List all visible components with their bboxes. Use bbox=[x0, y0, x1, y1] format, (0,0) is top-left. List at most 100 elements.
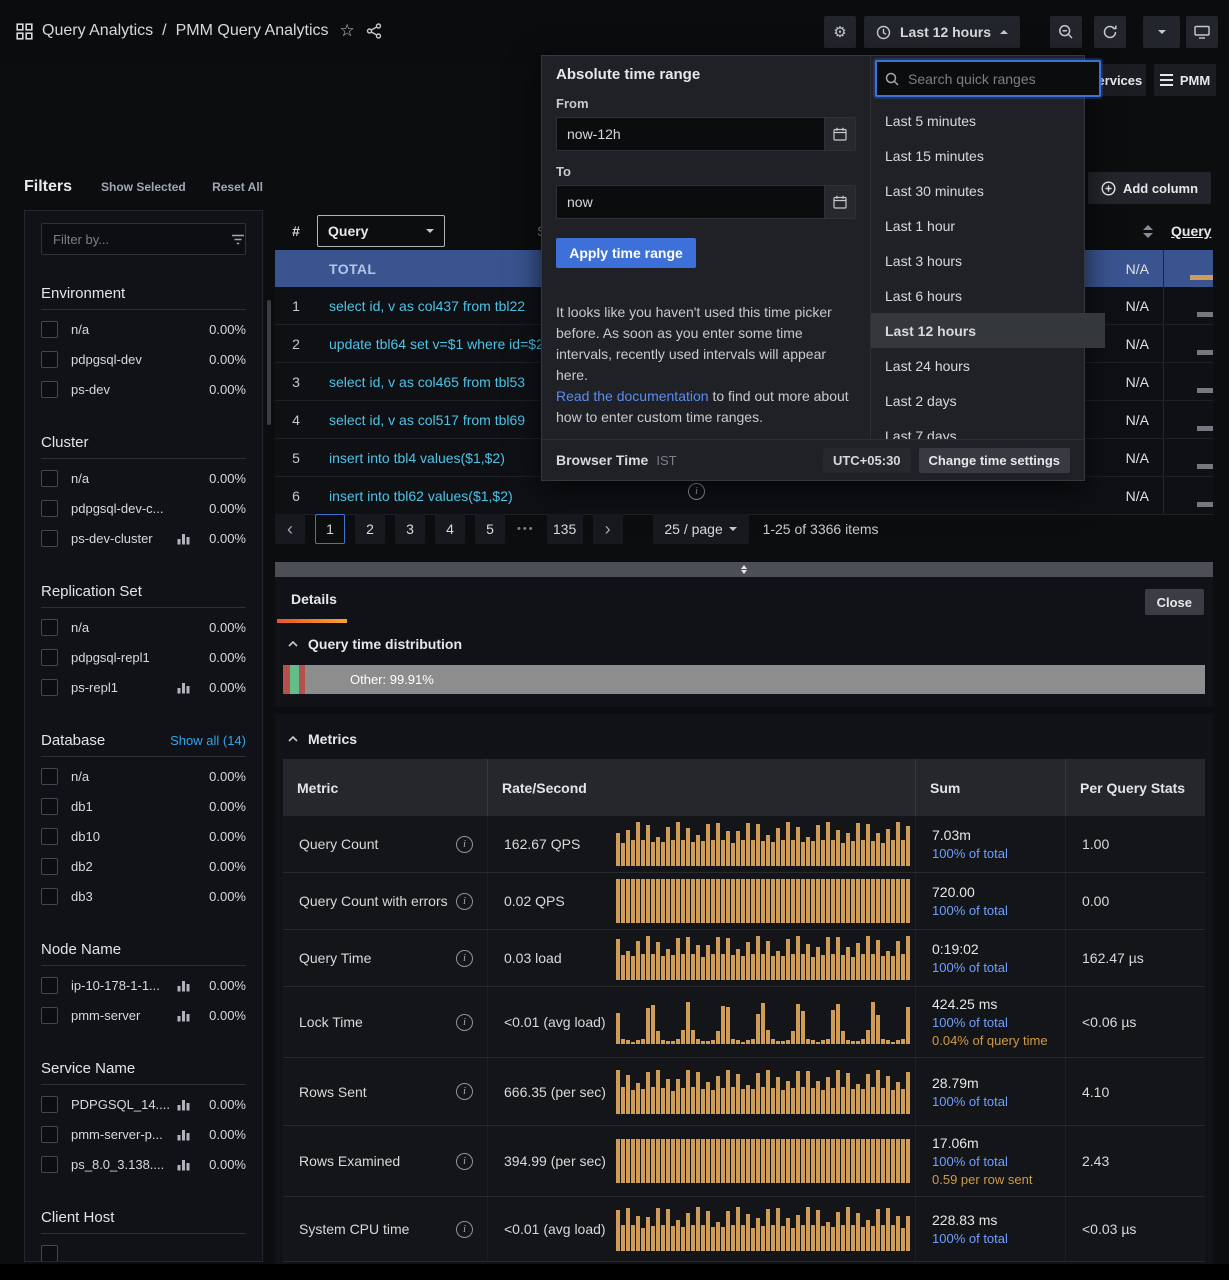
checkbox[interactable] bbox=[41, 768, 58, 785]
filter-item[interactable]: pdpgsql-dev 0.00% bbox=[41, 344, 246, 374]
info-icon[interactable]: i bbox=[456, 893, 473, 910]
apps-grid-icon[interactable] bbox=[16, 23, 33, 40]
filter-item[interactable]: pdpgsql-repl1 0.00% bbox=[41, 642, 246, 672]
filter-item[interactable] bbox=[41, 1238, 246, 1262]
checkbox[interactable] bbox=[41, 470, 58, 487]
metric-column-header[interactable]: Query bbox=[1163, 223, 1213, 239]
checkbox[interactable] bbox=[41, 500, 58, 517]
bar-chart-icon[interactable] bbox=[177, 1009, 190, 1022]
sum-percent-link[interactable]: 100% of total bbox=[932, 960, 1008, 975]
filter-item[interactable]: db2 0.00% bbox=[41, 851, 246, 881]
close-button[interactable]: Close bbox=[1145, 589, 1204, 615]
sum-percent-link[interactable]: 100% of total bbox=[932, 1231, 1008, 1246]
filter-item[interactable]: ps-dev 0.00% bbox=[41, 374, 246, 404]
sum-percent-link[interactable]: 100% of total bbox=[932, 903, 1008, 918]
sum-percent-link[interactable]: 100% of total bbox=[932, 846, 1008, 861]
checkbox[interactable] bbox=[41, 828, 58, 845]
to-input[interactable] bbox=[557, 186, 824, 218]
filter-item[interactable]: ip-10-178-1-1... 0.00% bbox=[41, 970, 246, 1000]
info-icon[interactable]: i bbox=[456, 1083, 473, 1100]
reset-all-link[interactable]: Reset All bbox=[212, 180, 263, 194]
checkbox[interactable] bbox=[41, 1245, 58, 1262]
quick-range-option[interactable]: Last 30 minutes bbox=[871, 173, 1105, 208]
filter-item[interactable]: pmm-server-p... 0.00% bbox=[41, 1119, 246, 1149]
page-size-select[interactable]: 25 / page bbox=[653, 514, 749, 544]
info-icon[interactable]: i bbox=[688, 483, 705, 500]
read-documentation-link[interactable]: Read the documentation bbox=[556, 388, 709, 404]
bar-chart-icon[interactable] bbox=[177, 681, 190, 694]
page-button[interactable]: 1 bbox=[315, 514, 345, 544]
checkbox[interactable] bbox=[41, 1126, 58, 1143]
quick-range-option[interactable]: Last 12 hours bbox=[871, 313, 1105, 348]
sidebar-scrollbar[interactable] bbox=[267, 300, 271, 425]
show-all-link[interactable]: Show all (14) bbox=[170, 733, 246, 748]
dashboard-settings-button[interactable]: ⚙ bbox=[824, 16, 856, 48]
filter-item[interactable]: ps-repl1 0.00% bbox=[41, 672, 246, 702]
favorite-star-icon[interactable]: ☆ bbox=[340, 21, 355, 41]
info-icon[interactable]: i bbox=[456, 1221, 473, 1238]
page-button[interactable]: 2 bbox=[355, 514, 385, 544]
apply-time-range-button[interactable]: Apply time range bbox=[556, 238, 696, 268]
checkbox[interactable] bbox=[41, 679, 58, 696]
filter-item[interactable]: PDPGSQL_14.... 0.00% bbox=[41, 1089, 246, 1119]
info-icon[interactable]: i bbox=[456, 1014, 473, 1031]
checkbox[interactable] bbox=[41, 381, 58, 398]
filter-item[interactable]: ps_8.0_3.138.... 0.00% bbox=[41, 1149, 246, 1179]
checkbox[interactable] bbox=[41, 530, 58, 547]
change-time-settings-button[interactable]: Change time settings bbox=[919, 448, 1070, 473]
sum-percent-link[interactable]: 100% of total bbox=[932, 1015, 1008, 1030]
calendar-button[interactable] bbox=[824, 186, 855, 218]
pmm-menu-button[interactable]: PMM bbox=[1154, 64, 1216, 96]
add-column-button[interactable]: Add column bbox=[1088, 172, 1211, 204]
quick-range-option[interactable]: Last 2 days bbox=[871, 383, 1105, 418]
from-input[interactable] bbox=[557, 118, 824, 150]
metrics-section-header[interactable]: Metrics bbox=[275, 714, 1213, 747]
zoom-out-button[interactable] bbox=[1050, 16, 1082, 48]
page-ellipsis[interactable]: ••• bbox=[517, 523, 535, 535]
filter-item[interactable]: pmm-server 0.00% bbox=[41, 1000, 246, 1030]
filter-item[interactable]: pdpgsql-dev-c... 0.00% bbox=[41, 493, 246, 523]
sum-percent-link[interactable]: 100% of total bbox=[932, 1094, 1008, 1109]
filter-item[interactable]: n/a 0.00% bbox=[41, 612, 246, 642]
time-range-picker-button[interactable]: Last 12 hours bbox=[864, 16, 1020, 48]
checkbox[interactable] bbox=[41, 649, 58, 666]
page-button[interactable]: 5 bbox=[475, 514, 505, 544]
checkbox[interactable] bbox=[41, 798, 58, 815]
filter-search-input[interactable] bbox=[51, 231, 231, 248]
quick-range-option[interactable]: Last 24 hours bbox=[871, 348, 1105, 383]
bar-chart-icon[interactable] bbox=[177, 1098, 190, 1111]
info-icon[interactable]: i bbox=[456, 1153, 473, 1170]
bar-chart-icon[interactable] bbox=[177, 1128, 190, 1141]
refresh-interval-dropdown[interactable] bbox=[1143, 16, 1180, 48]
tv-mode-button[interactable] bbox=[1186, 16, 1218, 48]
filter-item[interactable]: n/a 0.00% bbox=[41, 314, 246, 344]
quick-range-option[interactable]: Last 7 days bbox=[871, 418, 1105, 439]
filter-item[interactable]: db3 0.00% bbox=[41, 881, 246, 911]
page-button[interactable]: 4 bbox=[435, 514, 465, 544]
share-icon[interactable] bbox=[366, 23, 382, 39]
sort-icon[interactable] bbox=[1143, 225, 1153, 238]
quick-range-option[interactable]: Last 3 hours bbox=[871, 243, 1105, 278]
last-page-button[interactable]: 135 bbox=[547, 514, 583, 544]
filter-item[interactable]: db10 0.00% bbox=[41, 821, 246, 851]
panel-resize-handle[interactable] bbox=[275, 562, 1213, 577]
refresh-button[interactable] bbox=[1094, 16, 1126, 48]
filter-item[interactable]: ps-dev-cluster 0.00% bbox=[41, 523, 246, 553]
checkbox[interactable] bbox=[41, 1096, 58, 1113]
quick-range-option[interactable]: Last 15 minutes bbox=[871, 138, 1105, 173]
distribution-section-header[interactable]: Query time distribution bbox=[275, 636, 1213, 652]
checkbox[interactable] bbox=[41, 321, 58, 338]
checkbox[interactable] bbox=[41, 888, 58, 905]
breadcrumb-section[interactable]: Query Analytics bbox=[42, 22, 153, 40]
quick-range-option[interactable]: Last 6 hours bbox=[871, 278, 1105, 313]
prev-page-button[interactable]: ‹ bbox=[275, 514, 305, 544]
filter-item[interactable]: db1 0.00% bbox=[41, 791, 246, 821]
calendar-button[interactable] bbox=[824, 118, 855, 150]
quick-range-option[interactable]: Last 5 minutes bbox=[871, 103, 1105, 138]
filter-item[interactable]: n/a 0.00% bbox=[41, 761, 246, 791]
checkbox[interactable] bbox=[41, 977, 58, 994]
checkbox[interactable] bbox=[41, 1007, 58, 1024]
bar-chart-icon[interactable] bbox=[177, 532, 190, 545]
show-selected-link[interactable]: Show Selected bbox=[101, 180, 186, 194]
bar-chart-icon[interactable] bbox=[177, 1158, 190, 1171]
